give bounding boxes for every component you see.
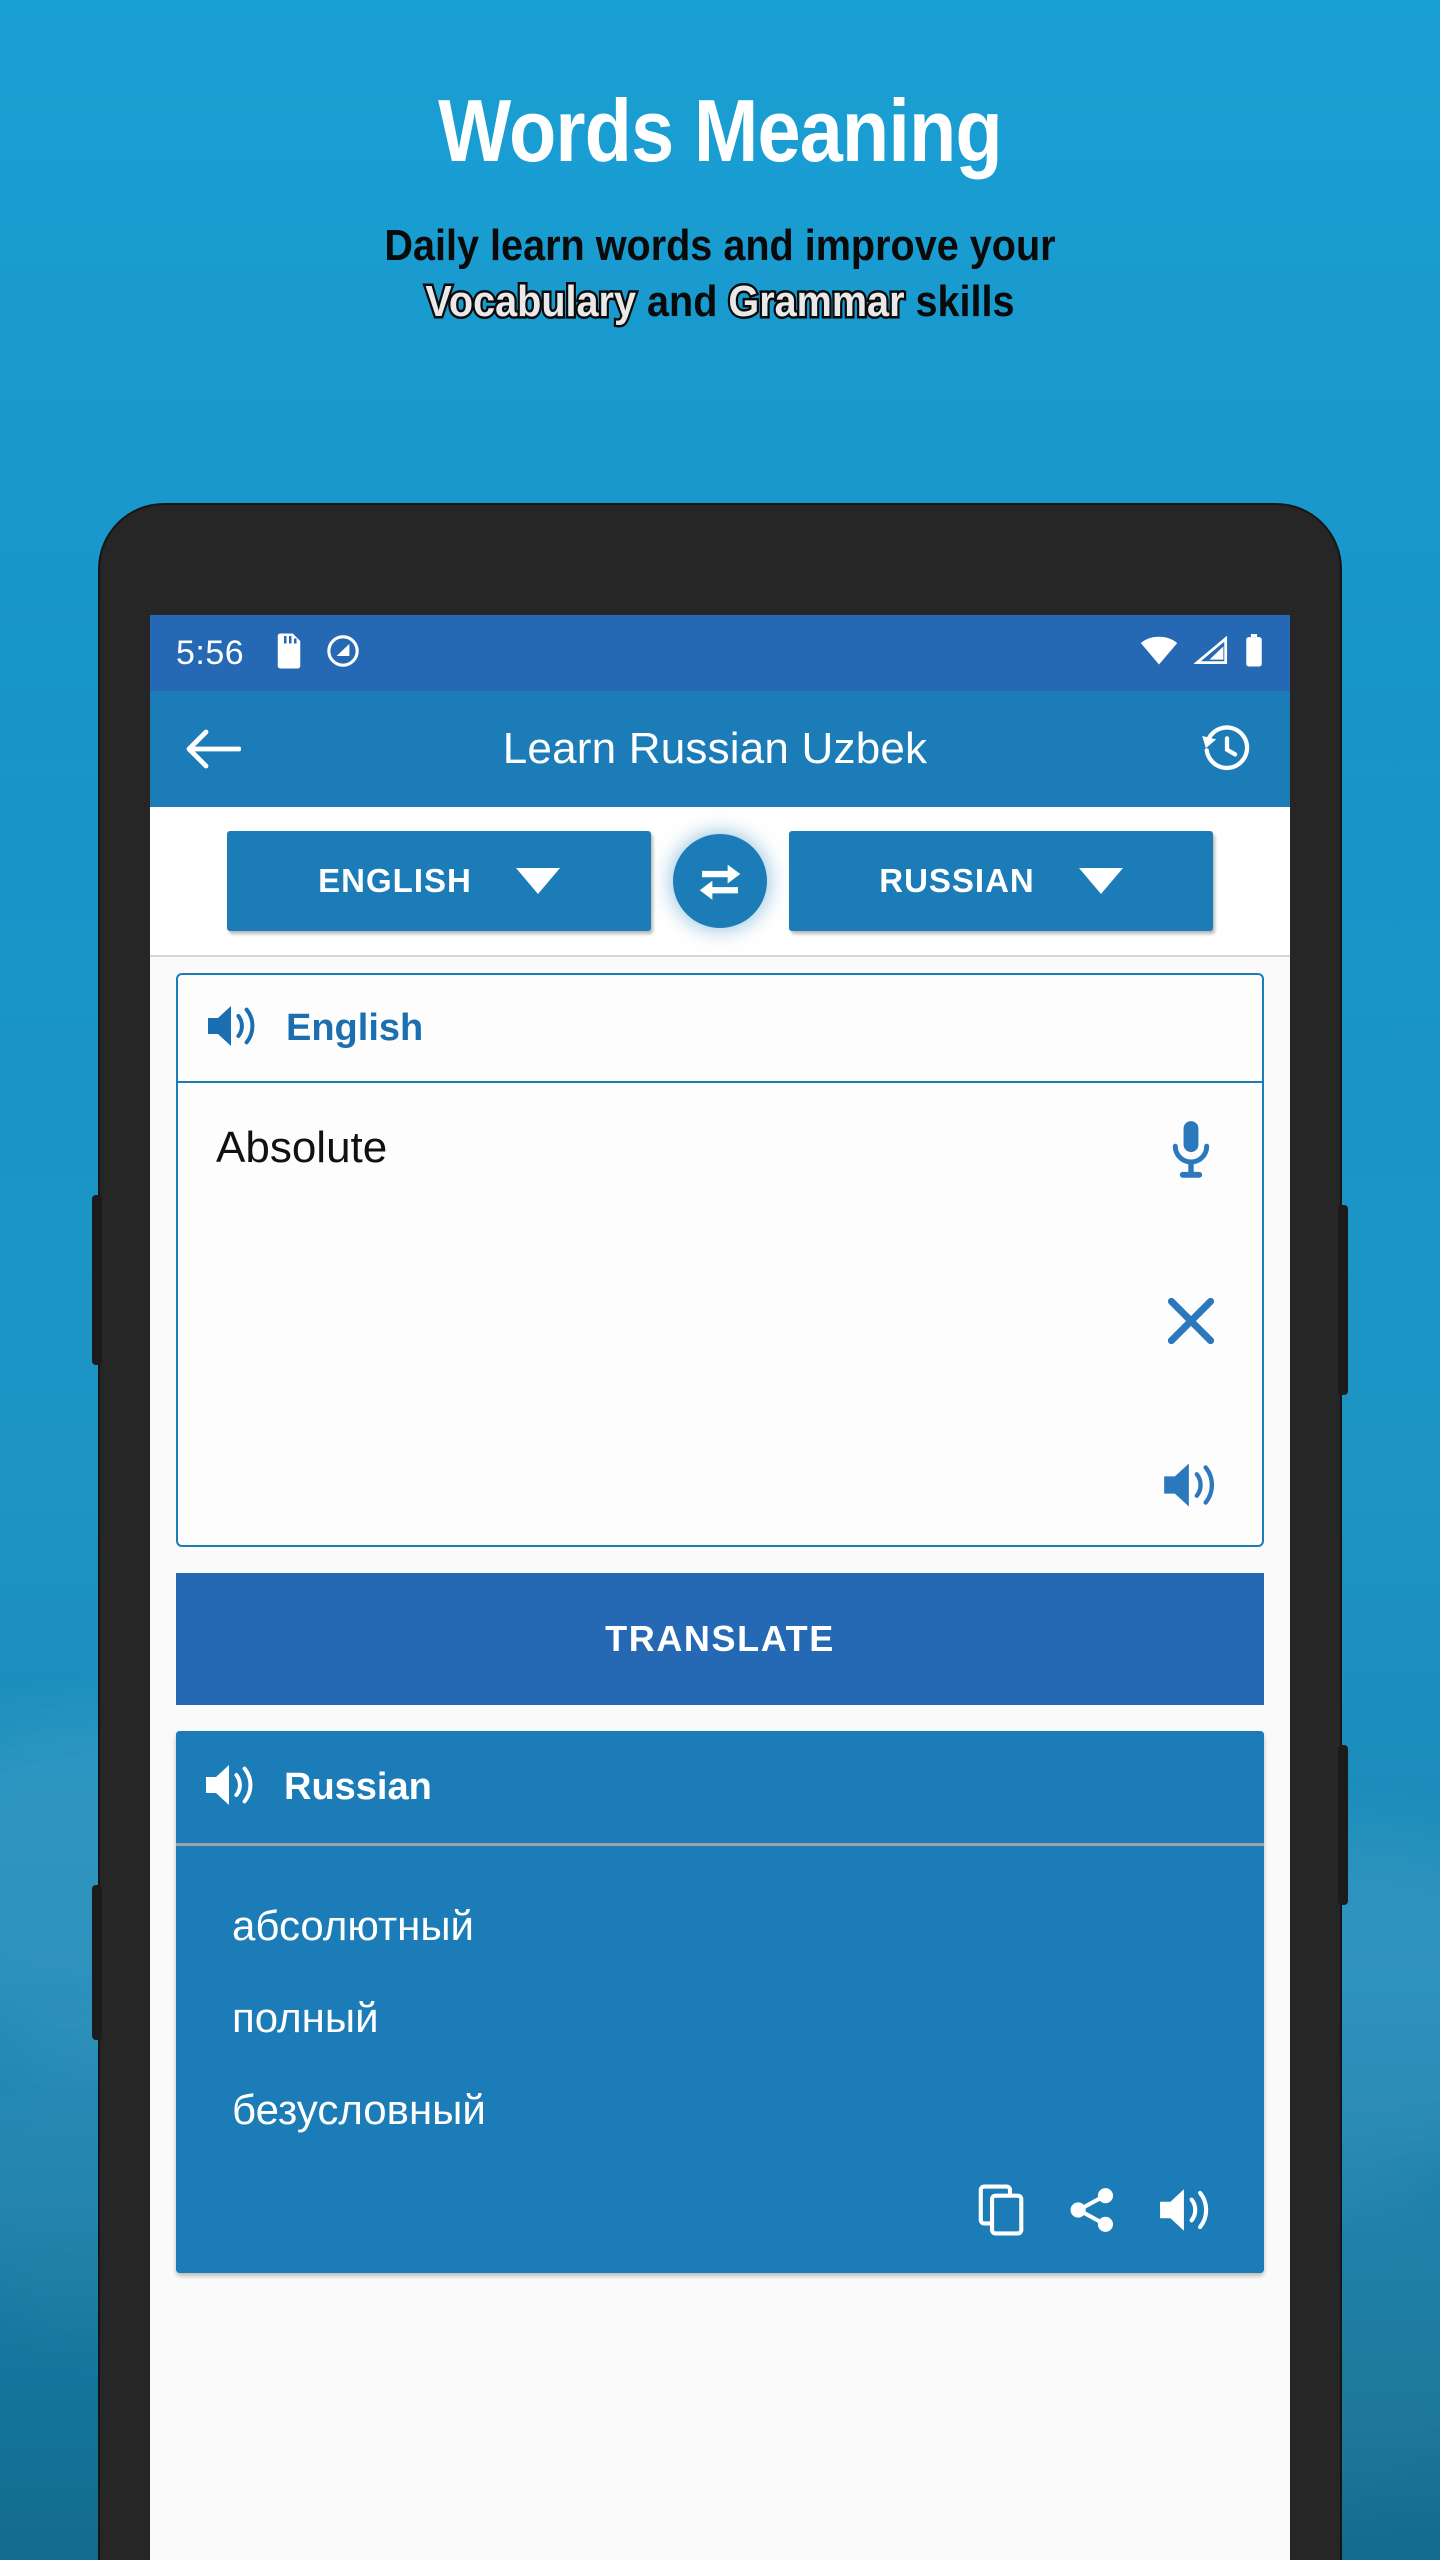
source-text-card: English Absolute — [176, 973, 1264, 1547]
status-right-icons — [1140, 633, 1264, 673]
speaker-icon[interactable] — [1158, 2186, 1214, 2239]
history-button[interactable] — [1196, 722, 1258, 776]
source-text-value: Absolute — [216, 1123, 388, 1172]
status-left-icons — [274, 633, 360, 674]
phone-frame: 5:56 Learn Russian Uzbek ENGLISH RUSSIAN… — [92, 505, 1348, 2560]
source-language-dropdown[interactable]: ENGLISH — [227, 831, 651, 931]
swap-icon — [693, 852, 747, 911]
promo-subtitle-line2: Vocabulary and Grammar skills — [72, 274, 1368, 330]
app-bar-title: Learn Russian Uzbek — [502, 724, 928, 773]
copy-icon[interactable] — [978, 2184, 1026, 2241]
list-item[interactable]: полный — [210, 1972, 1230, 2064]
list-item[interactable]: безусловный — [210, 2064, 1230, 2156]
promo-header: Words Meaning Daily learn words and impr… — [0, 86, 1440, 330]
back-button[interactable] — [182, 728, 244, 770]
source-card-label: English — [286, 1006, 424, 1049]
app-bar: Learn Russian Uzbek — [150, 691, 1290, 807]
language-selector-row: ENGLISH RUSSIAN — [150, 807, 1290, 957]
mic-icon[interactable] — [1166, 1119, 1216, 1186]
promo-subtitle-line1: Daily learn words and improve your — [384, 220, 1056, 270]
result-card-header: Russian — [176, 1731, 1264, 1843]
battery-icon — [1244, 633, 1264, 673]
translate-button[interactable]: TRANSLATE — [176, 1573, 1264, 1705]
share-icon[interactable] — [1066, 2184, 1118, 2241]
chevron-down-icon — [1078, 868, 1123, 894]
source-text-input[interactable]: Absolute — [178, 1083, 1262, 1545]
phone-side-button — [1338, 1205, 1348, 1395]
speaker-icon[interactable] — [1162, 1460, 1220, 1515]
phone-side-button — [92, 1885, 102, 2040]
signal-icon — [1193, 635, 1228, 671]
clear-icon[interactable] — [1163, 1293, 1219, 1354]
sd-card-icon — [274, 633, 304, 674]
promo-highlight-vocabulary: Vocabulary — [423, 275, 638, 329]
result-card: Russian абсолютный полный безусловный — [176, 1731, 1264, 2273]
promo-subtitle: Daily learn words and improve your Vocab… — [72, 218, 1368, 331]
source-card-actions — [1162, 1119, 1220, 1515]
list-item[interactable]: абсолютный — [210, 1880, 1230, 1972]
source-language-label: ENGLISH — [318, 862, 472, 899]
speaker-icon[interactable] — [206, 1003, 260, 1054]
target-language-dropdown[interactable]: RUSSIAN — [789, 831, 1213, 931]
promo-title: Words Meaning — [438, 81, 1003, 180]
status-bar: 5:56 — [150, 615, 1290, 691]
phone-screen: 5:56 Learn Russian Uzbek ENGLISH RUSSIAN… — [150, 615, 1290, 2560]
target-language-label: RUSSIAN — [879, 862, 1035, 899]
phone-side-button — [92, 1195, 102, 1365]
promo-subtitle-conjunction: and — [635, 277, 729, 327]
promo-screenshot: Words Meaning Daily learn words and impr… — [0, 0, 1440, 2560]
source-card-header: English — [178, 975, 1262, 1083]
promo-highlight-grammar: Grammar — [726, 275, 907, 329]
status-time: 5:56 — [176, 633, 245, 672]
wifi-icon — [1140, 636, 1178, 671]
result-card-actions — [210, 2180, 1230, 2251]
dnd-icon — [326, 634, 360, 673]
phone-side-button — [1338, 1745, 1348, 1905]
speaker-icon[interactable] — [204, 1762, 258, 1813]
chevron-down-icon — [515, 868, 560, 894]
translator-body: English Absolute TRANSLATE Russian абсол… — [150, 957, 1290, 2273]
promo-subtitle-tail: skills — [904, 277, 1015, 327]
result-card-label: Russian — [284, 1765, 432, 1808]
swap-languages-button[interactable] — [673, 834, 767, 928]
result-list: абсолютный полный безусловный — [176, 1843, 1264, 2273]
